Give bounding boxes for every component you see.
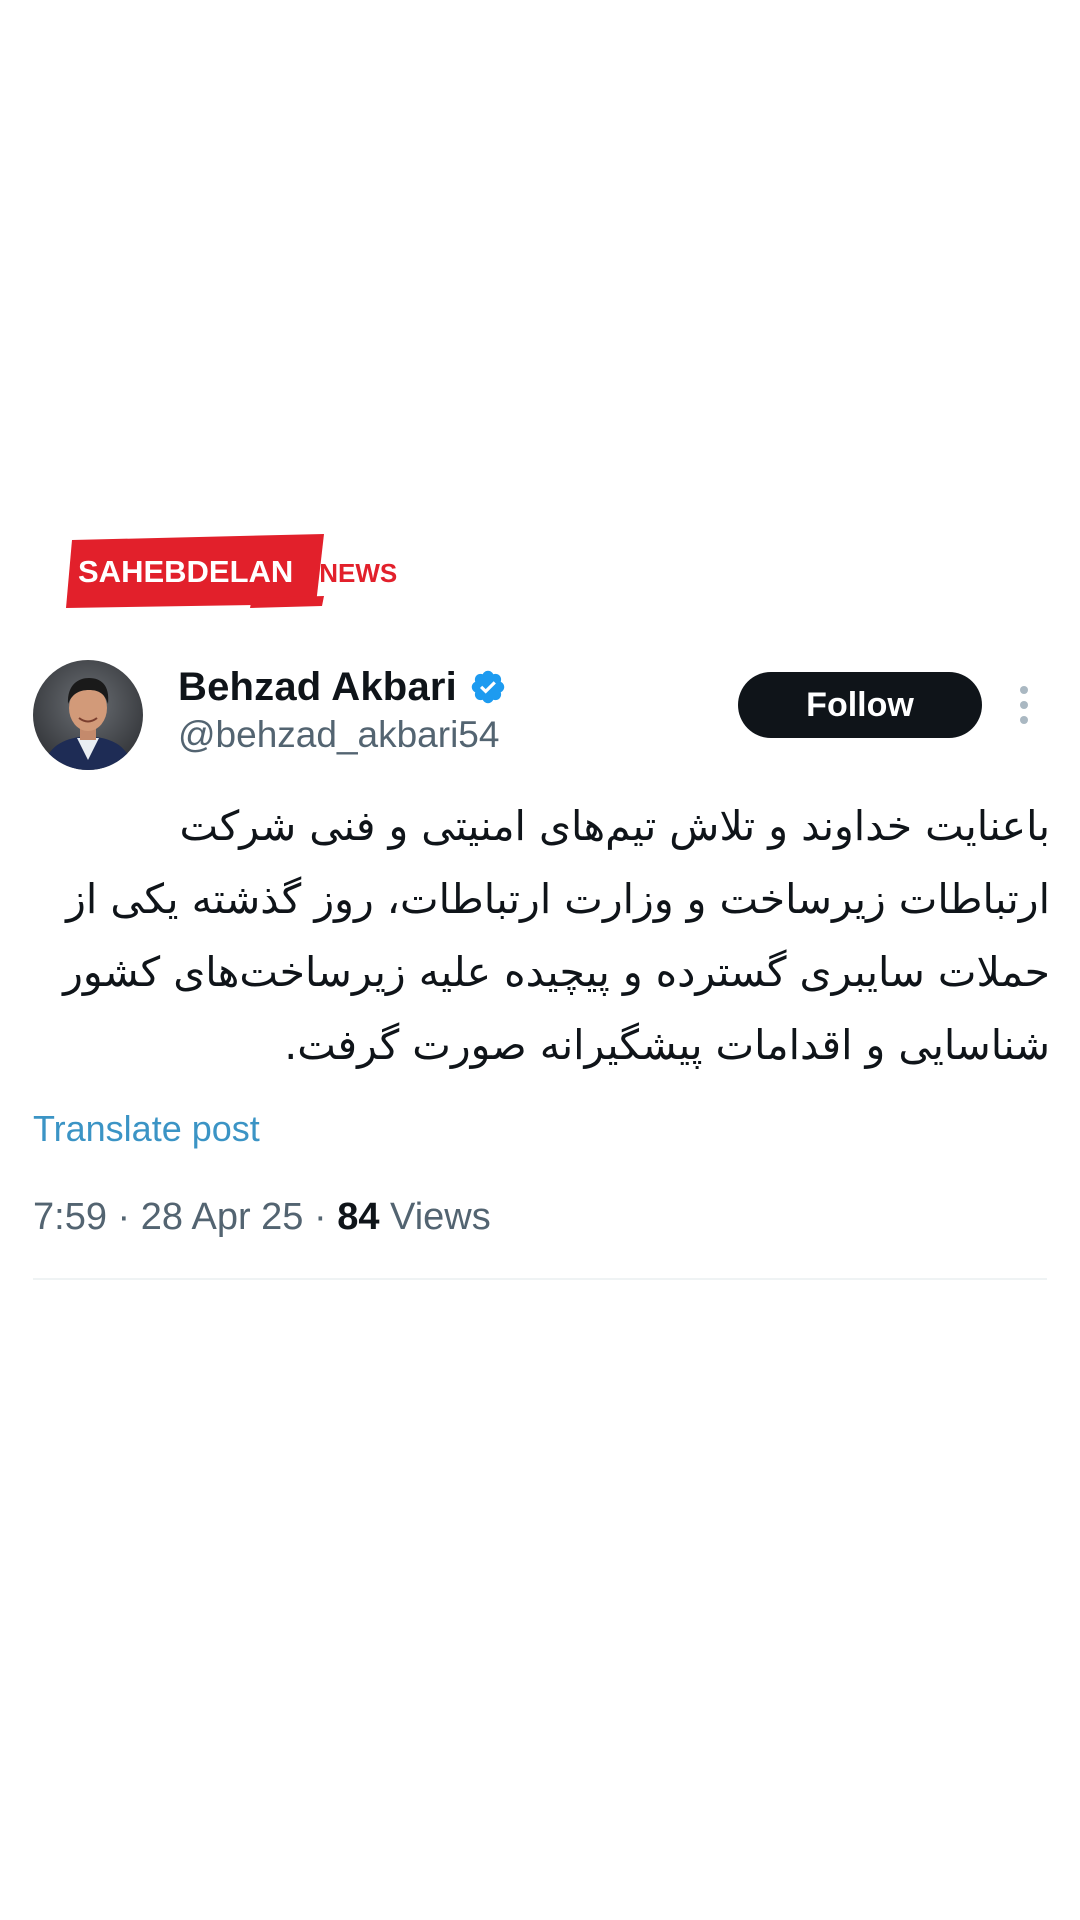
author-display-name[interactable]: Behzad Akbari (178, 665, 457, 710)
more-vertical-icon[interactable] (1012, 684, 1036, 726)
verified-badge-icon[interactable] (469, 668, 507, 706)
author-name-row[interactable]: Behzad Akbari (178, 664, 507, 710)
divider (33, 1278, 1047, 1280)
tweet-time[interactable]: 7:59 (33, 1196, 107, 1238)
avatar[interactable] (33, 660, 143, 770)
follow-button[interactable]: Follow (738, 672, 982, 738)
author-handle[interactable]: @behzad_akbari54 (178, 714, 499, 756)
watermark-logo: SAHEBDELAN .NEWS (66, 534, 397, 608)
meta-separator: · (303, 1196, 338, 1238)
meta-separator: · (106, 1196, 141, 1238)
tweet-metadata: 7:59 · 28 Apr 25 · 84 Views (33, 1196, 491, 1239)
watermark-brand: SAHEBDELAN (78, 554, 293, 589)
tweet-text: باعنایت خداوند و تلاش تیم‌های امنیتی و ف… (63, 802, 1050, 1069)
views-count[interactable]: 84 (337, 1196, 379, 1238)
tweet-date[interactable]: 28 Apr 25 (141, 1196, 304, 1238)
profile-photo (33, 660, 143, 770)
sahebdelan-news-watermark: SAHEBDELAN .NEWS (66, 534, 416, 610)
views-label[interactable]: Views (380, 1196, 491, 1238)
translate-post-link[interactable]: Translate post (33, 1108, 260, 1150)
watermark-suffix: .NEWS (312, 558, 397, 588)
